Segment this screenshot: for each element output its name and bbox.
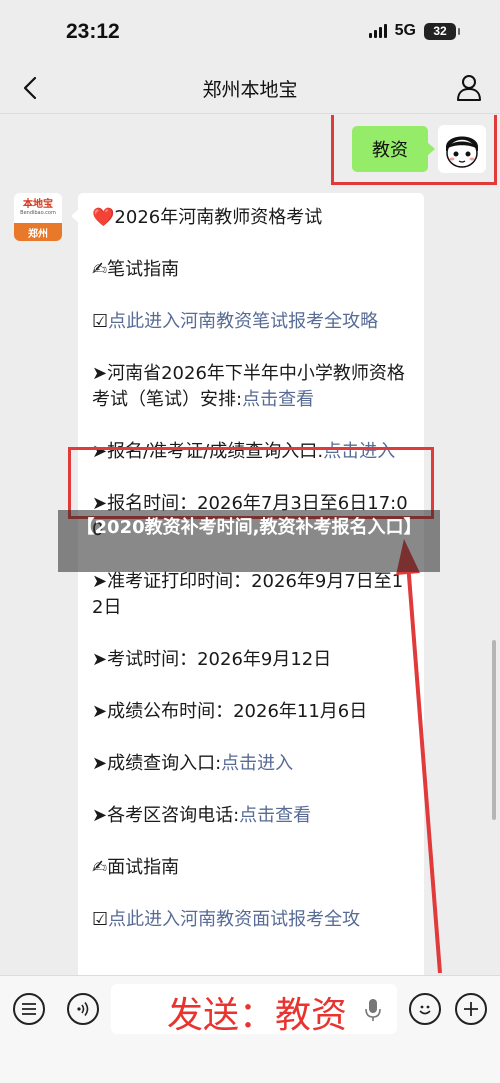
checkbox-icon: ☑ [92, 909, 109, 930]
input-bar: 发送：教资 [0, 975, 500, 1083]
title-overlay: 【2020教资补考时间,教资补考报名入口】 [58, 510, 440, 572]
network-type: 5G [394, 22, 416, 39]
emoji-button[interactable] [409, 993, 441, 1025]
score-query-item: ➤成绩查询入口:点击进入 [92, 753, 294, 774]
exam-schedule-link[interactable]: 点击查看 [242, 389, 314, 410]
bendibao-logo: 本地宝 Bendibao.com [14, 193, 62, 223]
voice-wave-icon [77, 1002, 89, 1016]
registration-entry-highlight [68, 447, 434, 519]
signal-icon [368, 24, 387, 38]
consult-phone-link[interactable]: 点击查看 [239, 805, 311, 826]
message-input[interactable]: 发送：教资 [111, 984, 397, 1036]
consult-phone-item: ➤各考区咨询电话:点击查看 [92, 805, 312, 826]
person-icon [457, 75, 481, 101]
nav-bar: 郑州本地宝 [0, 62, 500, 114]
chat-scrollbar[interactable] [492, 640, 496, 820]
status-time: 23:12 [66, 20, 120, 43]
interview-guide-heading: ✍面试指南 [92, 857, 180, 878]
smile-icon [419, 1005, 431, 1015]
written-exam-guide-link[interactable]: 点此进入河南教资笔试报考全攻略 [108, 311, 378, 332]
written-exam-guide-heading: ✍笔试指南 [92, 259, 180, 280]
user-message-bubble[interactable]: 教资 [352, 126, 435, 172]
written-exam-guide-item: ☑点此进入河南教资笔试报考全攻略 [92, 309, 410, 335]
battery-icon: 32 [424, 22, 460, 40]
exam-time-item: ➤考试时间：2026年9月12日 [92, 649, 332, 670]
message-heading: ❤️2026年河南教师资格考试 [92, 207, 323, 228]
red-arrow-annotation [396, 539, 442, 974]
bot-message-bubble: ❤️2026年河南教师资格考试 ✍笔试指南 ☑点此进入河南教资笔试报考全攻略 ➤… [71, 193, 424, 975]
microphone-icon[interactable] [363, 997, 383, 1023]
checkbox-icon: ☑ [92, 311, 109, 332]
avatar-city: 郑州 [14, 223, 62, 241]
cartoon-face-icon [446, 136, 478, 168]
more-actions-button[interactable] [455, 993, 487, 1025]
score-release-time-item: ➤成绩公布时间：2026年11月6日 [92, 701, 368, 722]
status-indicators: 5G 32 [368, 22, 460, 40]
battery-level: 32 [433, 24, 447, 38]
profile-button[interactable] [454, 72, 484, 102]
status-bar: 23:12 5G 32 [0, 0, 500, 62]
admission-ticket-time-item: ➤准考证打印时间：2026年9月7日至12日 [92, 571, 404, 618]
exam-schedule-item: ➤河南省2026年下半年中小学教师资格考试（笔试）安排:点击查看 [92, 363, 405, 410]
score-query-link[interactable]: 点击进入 [221, 753, 293, 774]
plus-icon [464, 1002, 478, 1016]
voice-toggle-button[interactable] [67, 993, 99, 1025]
menu-toggle-button[interactable] [13, 993, 45, 1025]
interview-guide-item: ☑点此进入河南教资面试报考全攻 [92, 907, 410, 933]
user-avatar[interactable] [438, 125, 486, 173]
interview-guide-link[interactable]: 点此进入河南教资面试报考全攻 [108, 909, 360, 930]
input-overlay-text: 发送：教资 [167, 995, 348, 1036]
user-message-text: 教资 [372, 140, 408, 161]
official-account-avatar[interactable]: 本地宝 Bendibao.com 郑州 [14, 193, 62, 241]
menu-list-icon [22, 1003, 36, 1015]
page-title: 郑州本地宝 [202, 79, 298, 101]
